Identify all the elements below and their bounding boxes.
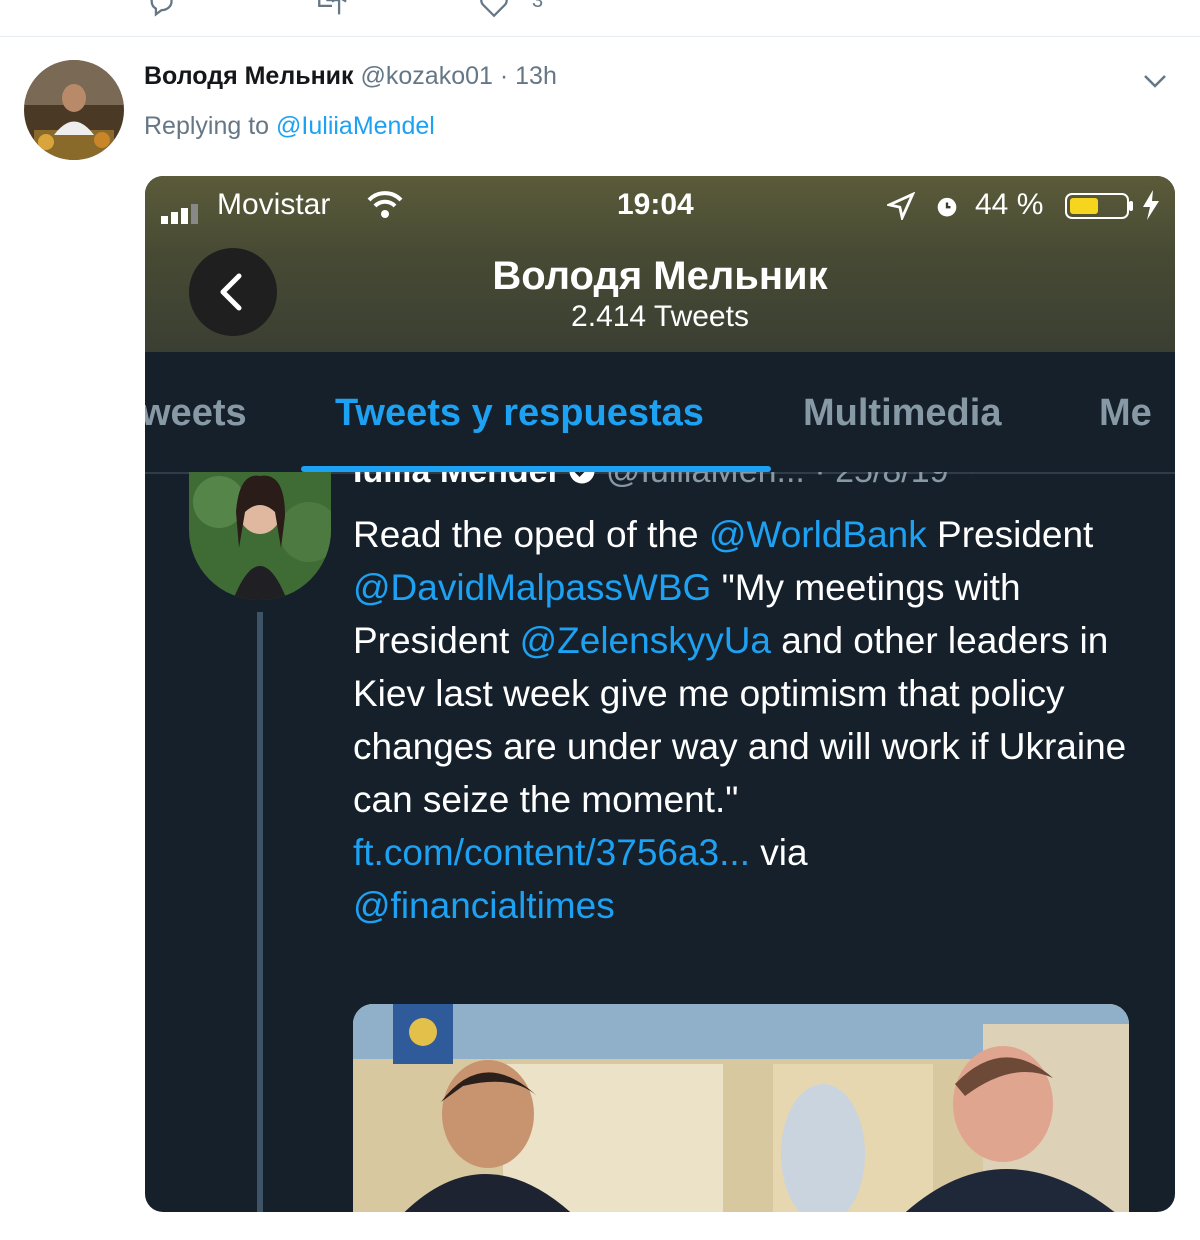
tweet-time[interactable]: 13h	[515, 62, 557, 90]
tab-tweets-and-replies[interactable]: Tweets y respuestas	[335, 392, 704, 435]
article-link[interactable]: ft.com/content/3756a3...	[353, 832, 750, 873]
previous-tweet-actions: 3	[0, 0, 1200, 36]
avatar[interactable]	[24, 60, 124, 160]
mention-link[interactable]: @WorldBank	[709, 514, 927, 555]
like-count: 3	[532, 0, 544, 12]
mention-link[interactable]: @DavidMalpassWBG	[353, 567, 711, 608]
chevron-down-icon[interactable]	[958, 472, 986, 490]
author-handle[interactable]: @kozako01	[361, 62, 493, 90]
status-bar: Movistar 19:04 44 %	[145, 186, 1175, 226]
wifi-icon	[365, 190, 405, 228]
carrier: Movistar	[217, 188, 331, 221]
inner-tweet-text: Read the oped of the @WorldBank Presiden…	[353, 508, 1133, 932]
alarm-icon	[933, 192, 961, 228]
mention-link[interactable]: @ZelenskyyUa	[520, 620, 771, 661]
location-icon	[884, 191, 916, 228]
tab-media[interactable]: Multimedia	[803, 392, 1001, 435]
replying-to-link[interactable]: @IuliiaMendel	[276, 112, 435, 140]
inner-tweet-date[interactable]: · 25/8/19	[814, 472, 948, 490]
profile-tabs: weets Tweets y respuestas Multimedia Me	[145, 352, 1175, 474]
reply-icon[interactable]	[146, 0, 180, 25]
tab-likes[interactable]: Me	[1099, 392, 1152, 435]
thread-line	[257, 612, 263, 1212]
text-segment: Read the oped of the	[353, 514, 709, 555]
avatar[interactable]	[189, 472, 331, 600]
profile-name: Володя Мельник	[492, 254, 828, 298]
inner-tweet-header: Iuliia Mendel @IuliiaMen... · 25/8/19	[353, 472, 986, 491]
author-name[interactable]: Володя Мельник	[144, 62, 354, 90]
embedded-screenshot: Movistar 19:04 44 % Володя Мельник 2.414…	[145, 176, 1175, 1212]
separator: ·	[499, 62, 509, 90]
replying-to-line: Replying to @IuliiaMendel	[144, 112, 435, 141]
text-segment: President	[926, 514, 1094, 555]
status-time: 19:04	[617, 188, 694, 221]
tab-tweets[interactable]: weets	[145, 392, 247, 435]
verified-icon	[567, 472, 606, 490]
divider	[0, 36, 1200, 37]
mention-link[interactable]: @financialtimes	[353, 885, 615, 926]
battery-icon	[1065, 192, 1135, 228]
inner-tweet-header-clip: Iuliia Mendel @IuliiaMen... · 25/8/19	[353, 472, 1153, 500]
text-segment: via	[749, 832, 808, 873]
battery-percent: 44 %	[975, 188, 1044, 221]
profile-header: Movistar 19:04 44 % Володя Мельник 2.414…	[145, 176, 1175, 352]
retweet-icon[interactable]	[312, 0, 352, 25]
charging-icon	[1141, 190, 1161, 228]
like-icon[interactable]	[476, 0, 512, 25]
inner-author-name[interactable]: Iuliia Mendel	[353, 472, 557, 490]
attached-photo[interactable]	[353, 1004, 1129, 1212]
tweet-header: Володя Мельник @kozako01 · 13h	[144, 62, 557, 91]
inner-author-handle[interactable]: @IuliiaMen...	[606, 472, 805, 490]
signal-icon	[161, 198, 207, 232]
tweet-count: 2.414 Tweets	[571, 300, 749, 333]
replying-prefix: Replying to	[144, 112, 270, 140]
chevron-down-icon[interactable]	[1140, 66, 1170, 96]
